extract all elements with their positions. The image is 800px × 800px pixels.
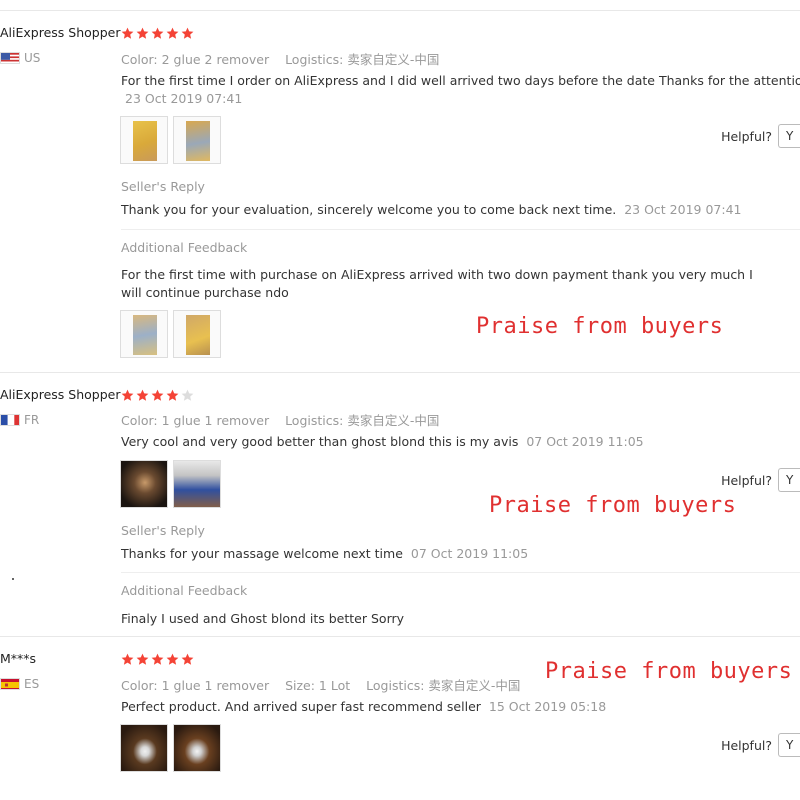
review-photo[interactable] [120, 724, 168, 772]
helpful-control: Helpful? Y [721, 733, 800, 757]
product-attributes: Color: 1 glue 1 remover Size: 1 Lot Logi… [121, 675, 532, 694]
star-icon [166, 389, 179, 401]
country-code: US [24, 51, 41, 65]
feedback-photos [120, 310, 221, 358]
reviewer-country: ES [0, 677, 39, 691]
attr-key: Logistics: [285, 52, 344, 67]
star-rating [121, 389, 194, 402]
review-text: For the first time I order on AliExpress… [121, 72, 800, 108]
star-icon [151, 653, 164, 665]
watermark-text: Praise from buyers [545, 659, 793, 684]
star-icon [151, 27, 164, 39]
star-icon [121, 389, 134, 401]
star-icon [121, 653, 134, 665]
reviewer-name: M***s [0, 651, 37, 666]
review-photo[interactable] [173, 460, 221, 508]
attr-key: Color: [121, 678, 158, 693]
review-photo[interactable] [173, 116, 221, 164]
us-flag-icon [0, 52, 20, 64]
seller-reply-date: 23 Oct 2019 07:41 [624, 202, 742, 217]
helpful-yes-button[interactable]: Y [778, 468, 800, 492]
additional-feedback-text: For the first time with purchase on AliE… [121, 267, 753, 300]
review-body: Very cool and very good better than ghos… [121, 434, 519, 449]
star-icon [166, 27, 179, 39]
seller-reply-title: Seller's Reply [121, 523, 205, 538]
attr-value: 1 glue 1 remover [161, 413, 270, 428]
attr-key: Color: [121, 413, 158, 428]
attr-value: 2 glue 2 remover [161, 52, 270, 67]
watermark-text: Praise from buyers [476, 314, 724, 339]
star-icon [151, 389, 164, 401]
star-icon [181, 653, 194, 665]
country-code: FR [24, 413, 40, 427]
attr-key: Color: [121, 52, 158, 67]
helpful-label: Helpful? [721, 737, 772, 753]
review-item: M***s ES Praise from buyers Color: 1 glu… [0, 636, 800, 800]
seller-reply-title: Seller's Reply [121, 179, 205, 194]
attr-value: 卖家自定义-中国 [347, 413, 440, 428]
helpful-label: Helpful? [721, 128, 772, 144]
review-date: 15 Oct 2019 05:18 [488, 699, 607, 714]
seller-reply-text: Thanks for your massage welcome next tim… [121, 546, 403, 561]
helpful-label: Helpful? [721, 472, 772, 488]
review-text: Very cool and very good better than ghos… [121, 433, 800, 451]
star-icon [136, 653, 149, 665]
review-date: 23 Oct 2019 07:41 [125, 91, 243, 106]
helpful-yes-button[interactable]: Y [778, 124, 800, 148]
review-photo[interactable] [120, 116, 168, 164]
star-icon [121, 27, 134, 39]
additional-feedback-title: Additional Feedback [121, 240, 248, 255]
seller-reply: Thank you for your evaluation, sincerely… [121, 201, 791, 219]
feedback-photo[interactable] [120, 310, 168, 358]
reviewer-country: FR [0, 413, 39, 427]
review-body: For the first time I order on AliExpress… [121, 73, 800, 88]
star-rating [121, 653, 194, 666]
feedback-photo[interactable] [173, 310, 221, 358]
helpful-control: Helpful? Y [721, 468, 800, 492]
review-text: Perfect product. And arrived super fast … [121, 698, 800, 716]
seller-reply-text: Thank you for your evaluation, sincerely… [121, 202, 617, 217]
review-item: AliExpress Shopper FR Color: 1 glue 1 re… [0, 372, 800, 636]
attr-value: 卖家自定义-中国 [347, 52, 440, 67]
reviewer-country: US [0, 51, 40, 65]
reviewer-name: AliExpress Shopper [0, 25, 121, 40]
divider [121, 229, 800, 230]
es-flag-icon [0, 678, 20, 690]
attr-key: Logistics: [366, 678, 425, 693]
review-body: Perfect product. And arrived super fast … [121, 699, 481, 714]
attr-value: 1 Lot [318, 678, 351, 693]
product-attributes: Color: 1 glue 1 remover Logistics: 卖家自定义… [121, 410, 451, 429]
review-photos [120, 724, 221, 772]
attr-key: Logistics: [285, 413, 344, 428]
review-photos [120, 116, 221, 164]
product-attributes: Color: 2 glue 2 remover Logistics: 卖家自定义… [121, 49, 451, 68]
fr-flag-icon [0, 414, 20, 426]
star-icon [136, 389, 149, 401]
helpful-control: Helpful? Y [721, 124, 800, 148]
reviews-page: AliExpress Shopper US Color: 2 glue 2 re… [0, 0, 800, 800]
seller-reply-date: 07 Oct 2019 11:05 [410, 546, 529, 561]
review-photos [120, 460, 221, 508]
review-date: 07 Oct 2019 11:05 [526, 434, 644, 449]
divider [121, 572, 800, 573]
review-item: AliExpress Shopper US Color: 2 glue 2 re… [0, 10, 800, 372]
seller-reply: Thanks for your massage welcome next tim… [121, 545, 791, 563]
watermark-text: Praise from buyers [489, 493, 737, 518]
review-photo[interactable] [173, 724, 221, 772]
star-icon [166, 653, 179, 665]
attr-key: Size: [285, 678, 315, 693]
star-rating [121, 27, 194, 40]
helpful-yes-button[interactable]: Y [778, 733, 800, 757]
attr-value: 1 glue 1 remover [161, 678, 270, 693]
stray-dot [12, 578, 14, 580]
attr-value: 卖家自定义-中国 [428, 678, 521, 693]
star-icon [136, 27, 149, 39]
additional-feedback-title: Additional Feedback [121, 583, 248, 598]
star-icon [181, 389, 194, 401]
additional-feedback-text: Finaly I used and Ghost blond its better… [121, 611, 405, 626]
review-photo[interactable] [120, 460, 168, 508]
country-code: ES [24, 677, 40, 691]
star-icon [181, 27, 194, 39]
reviewer-name: AliExpress Shopper [0, 387, 121, 402]
